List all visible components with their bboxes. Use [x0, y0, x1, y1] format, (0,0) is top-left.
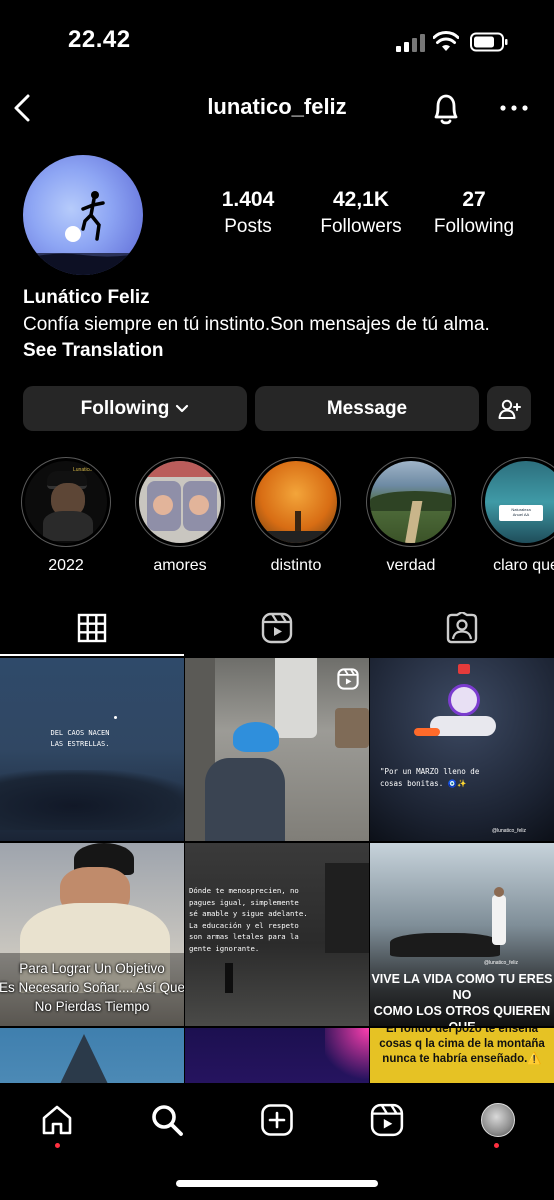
highlight-verdad-cover [370, 461, 452, 543]
suggested-users-button[interactable] [487, 386, 531, 431]
add-user-icon [498, 399, 521, 419]
highlight-2022-cover: Lunatico Feliz [25, 461, 107, 543]
posts-label: Posts [224, 216, 272, 237]
highlight-distinto[interactable]: distinto [248, 457, 344, 575]
tagged-person-icon [446, 612, 478, 644]
post-tile[interactable]: DEL CAOS NACEN LAS ESTRELLAS. [0, 658, 184, 841]
followers-label: Followers [320, 216, 402, 237]
post-tile[interactable] [185, 1028, 369, 1083]
followers-count: 42,1K [332, 188, 390, 211]
nav-create[interactable] [257, 1100, 297, 1140]
following-button[interactable]: Following [23, 386, 247, 431]
nav-home[interactable] [37, 1100, 77, 1140]
profile-avatar-small [481, 1103, 515, 1137]
highlight-distinto-cover [255, 461, 337, 543]
more-options-icon[interactable] [498, 98, 530, 118]
wifi-icon [433, 31, 459, 51]
reels-nav-icon [370, 1103, 404, 1137]
post-caption: El fondo del pozo te enseña cosas q la c… [379, 1028, 545, 1065]
stat-following[interactable]: 27 Following [426, 188, 522, 238]
nav-search[interactable] [147, 1100, 187, 1140]
content-tabs [0, 600, 554, 656]
post-caption: DEL CAOS NACEN LAS ESTRELLAS. [50, 729, 110, 748]
status-time: 22.42 [68, 26, 131, 53]
reels-icon [261, 612, 293, 644]
create-post-icon [261, 1104, 293, 1136]
home-icon [42, 1105, 72, 1135]
highlight-claro-que-badge: Naturaleza Anuel AA [499, 505, 543, 521]
tab-active-indicator [0, 654, 184, 656]
post-caption: Dónde te menosprecien, no pagues igual, … [189, 886, 308, 953]
chevron-down-icon [176, 404, 189, 412]
stat-followers[interactable]: 42,1K Followers [312, 188, 410, 238]
post-tile[interactable] [185, 658, 369, 841]
post-caption: Para Lograr Un Objetivo Es Necesario Soñ… [0, 961, 184, 1014]
post-tile[interactable]: VIVE LA VIDA COMO TU ERES NO COMO LOS OT… [370, 843, 554, 1026]
post-caption: VIVE LA VIDA COMO TU ERES NO COMO LOS OT… [371, 972, 553, 1026]
battery-icon [470, 32, 508, 52]
avatar-silhouette [23, 191, 143, 275]
profile-avatar[interactable] [23, 155, 143, 275]
post-tile[interactable]: "Por un MARZO lleno de cosas bonitas. 🧿✨… [370, 658, 554, 841]
post-tile[interactable]: Para Lograr Un Objetivo Es Necesario Soñ… [0, 843, 184, 1026]
posts-grid: DEL CAOS NACEN LAS ESTRELLAS. "Por un MA… [0, 658, 554, 1083]
home-indicator [176, 1180, 378, 1187]
message-button[interactable]: Message [255, 386, 479, 431]
reel-badge-icon [337, 668, 359, 690]
profile-header: lunatico_feliz [0, 84, 554, 134]
highlight-label: verdad [386, 557, 436, 574]
post-caption: "Por un MARZO lleno de cosas bonitas. 🧿✨ [380, 767, 480, 788]
highlight-label: 2022 [48, 557, 84, 574]
see-translation-link[interactable]: See Translation [23, 340, 163, 362]
notification-bell-icon[interactable] [428, 88, 464, 128]
highlight-amores[interactable]: amores [132, 457, 228, 575]
highlight-verdad[interactable]: verdad [363, 457, 459, 575]
profile-username: lunatico_feliz [207, 94, 347, 119]
following-label: Following [433, 216, 515, 237]
following-button-label: Following [80, 397, 170, 419]
display-name: Lunático Feliz [23, 287, 150, 308]
following-count: 27 [462, 188, 486, 211]
post-tile[interactable] [0, 1028, 184, 1083]
tab-tagged[interactable] [370, 600, 554, 656]
post-tile[interactable]: El fondo del pozo te enseña cosas q la c… [370, 1028, 554, 1083]
highlight-claro-que-cover: Naturaleza Anuel AA [485, 461, 554, 543]
bio-text: Confía siempre en tú instinto.Son mensaj… [23, 314, 490, 335]
highlight-label: amores [153, 557, 207, 574]
message-button-label: Message [326, 397, 408, 419]
highlight-label: distinto [270, 557, 322, 574]
nav-profile[interactable] [478, 1100, 518, 1140]
highlight-amores-cover [139, 461, 221, 543]
posts-count: 1.404 [221, 188, 275, 211]
post-handle: @lunatico_feliz [492, 828, 526, 834]
home-notification-dot [55, 1143, 60, 1148]
profile-notification-dot [494, 1143, 499, 1148]
post-tile[interactable]: Dónde te menosprecien, no pagues igual, … [185, 843, 369, 1026]
post-handle: @lunatico_feliz [484, 960, 518, 966]
grid-icon [77, 613, 107, 643]
status-bar: 22.42 [0, 0, 554, 84]
tab-reels[interactable] [185, 600, 369, 656]
highlight-2022[interactable]: Lunatico Feliz 2022 [18, 457, 114, 575]
highlight-2022-caption: Lunatico Feliz [73, 467, 104, 473]
highlight-label: claro que [493, 557, 554, 574]
nav-reels[interactable] [367, 1100, 407, 1140]
search-icon [152, 1105, 183, 1136]
tab-posts-grid[interactable] [0, 600, 184, 656]
signal-icon [396, 34, 426, 52]
stat-posts: 1.404 Posts [208, 188, 288, 238]
highlight-claro-que[interactable]: Naturaleza Anuel AA claro que [478, 457, 554, 575]
